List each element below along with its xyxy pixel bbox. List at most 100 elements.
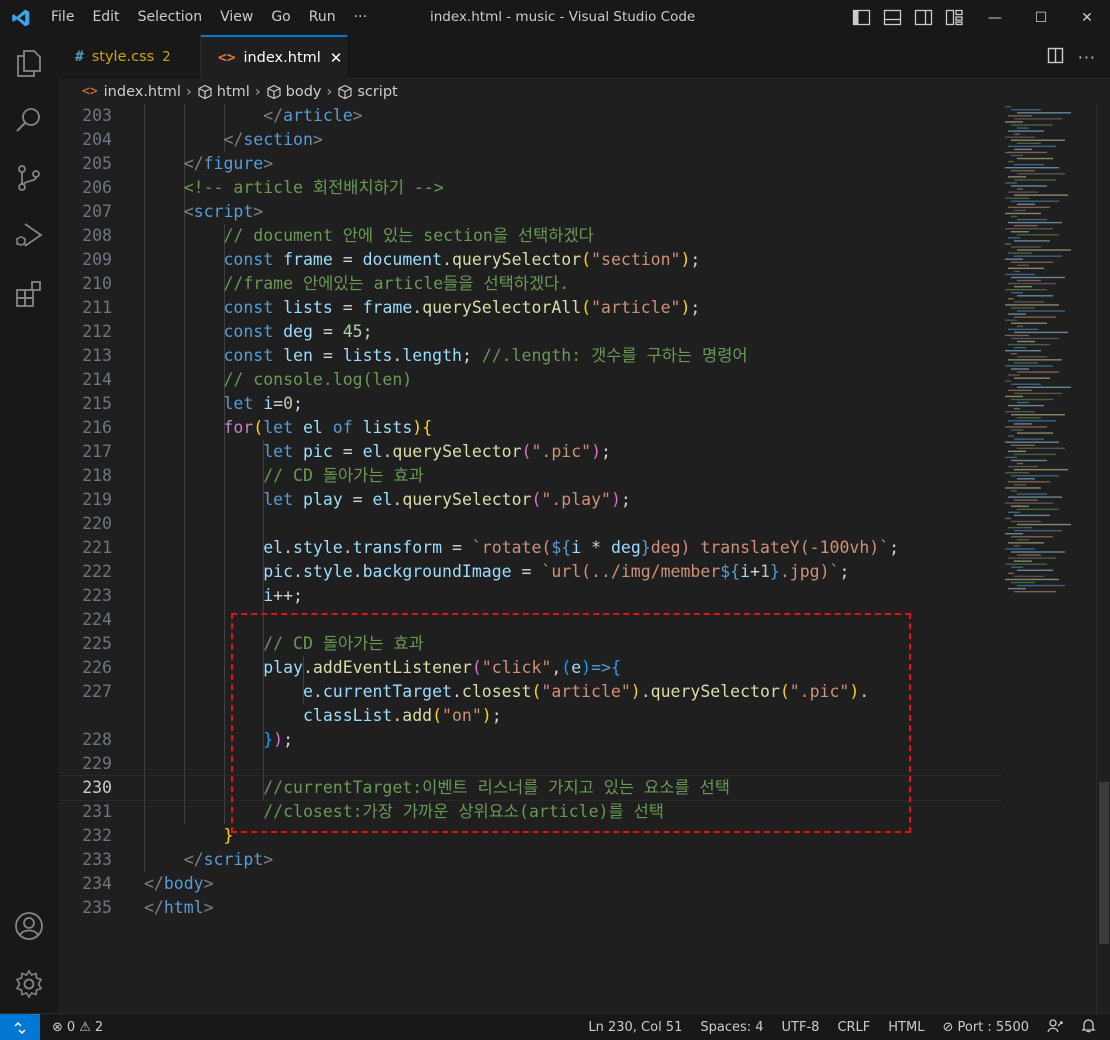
menu-run[interactable]: Run [300,0,345,35]
breadcrumb-item-body[interactable]: body [286,84,322,100]
code-editor[interactable]: 203 </article> 204 </section> 205 </figure… [58,104,1003,1013]
port-label: Port : 5500 [957,1020,1030,1035]
account-icon[interactable] [13,910,45,942]
minimap-line [1014,255,1062,257]
code-line[interactable]: 219 let play = el.querySelector(".play")… [58,488,1003,512]
code-line[interactable]: 235 </html> [58,896,1003,920]
code-line[interactable]: 218 // CD 돌아가는 효과 [58,464,1003,488]
code-line[interactable]: 211 const lists = frame.querySelectorAll… [58,296,1003,320]
scrollbar-thumb[interactable] [1099,782,1109,944]
code-line[interactable]: 203 </article> [58,104,1003,128]
manage-gear-icon[interactable] [13,968,45,1000]
run-debug-icon[interactable] [13,219,45,251]
minimap[interactable] [1003,104,1096,1013]
source-control-icon[interactable] [13,162,45,194]
toggle-secondary-sidebar-icon[interactable] [914,8,933,27]
layout-controls [852,8,964,27]
split-editor-icon[interactable] [1047,47,1064,68]
minimap-line [1008,115,1032,117]
maximize-button[interactable]: ☐ [1018,0,1064,35]
toggle-panel-icon[interactable] [883,8,902,27]
menu-selection[interactable]: Selection [129,0,212,35]
breadcrumb-item-file[interactable]: index.html [104,84,181,100]
minimap-line [1017,386,1071,388]
cursor-position[interactable]: Ln 230, Col 51 [588,1020,682,1035]
menu-go[interactable]: Go [262,0,299,35]
code-line[interactable]: 214 // console.log(len) [58,368,1003,392]
code-line[interactable]: 205 </figure> [58,152,1003,176]
code-line[interactable]: 222 pic.style.backgroundImage = `url(../… [58,560,1003,584]
extensions-icon[interactable] [13,278,45,310]
tab-style-css[interactable]: # style.css 2 [58,35,201,79]
code-line[interactable]: 206 <!-- article 회전배치하기 --> [58,176,1003,200]
code-line[interactable]: 213 const len = lists.length; //.length:… [58,344,1003,368]
vertical-scrollbar[interactable] [1096,104,1110,1013]
search-icon[interactable] [13,104,45,136]
minimap-line [1011,414,1065,416]
explorer-icon[interactable] [13,47,45,79]
minimap-line [1017,432,1053,434]
remote-icon[interactable] [0,1014,40,1040]
minimize-button[interactable]: — [972,0,1018,35]
minimap-line [1017,539,1029,541]
file-encoding[interactable]: UTF-8 [782,1020,820,1035]
menu-view[interactable]: View [211,0,262,35]
code-line[interactable]: 220 [58,512,1003,536]
code-line[interactable]: 204 </section> [58,128,1003,152]
end-of-line[interactable]: CRLF [837,1020,870,1035]
notifications-bell-icon[interactable] [1081,1018,1096,1037]
minimap-line [1017,356,1047,358]
close-window-button[interactable]: ✕ [1064,0,1110,35]
minimap-line [1017,218,1047,221]
minimap-line [1005,136,1035,138]
close-tab-icon[interactable]: ✕ [330,49,343,67]
minimap-line [1005,121,1023,123]
minimap-line [1014,118,1062,120]
minimap-line [1017,584,1065,587]
line-number: 212 [82,322,112,341]
code-line[interactable]: 212 const deg = 45; [58,320,1003,344]
code-line[interactable]: 223 i++; [58,584,1003,608]
code-line[interactable]: 208 // document 안에 있는 section을 선택하겠다 [58,224,1003,248]
live-server-port[interactable]: ⊘ Port : 5500 [942,1020,1029,1035]
line-code: i++; [263,586,303,605]
minimap-line [1005,106,1011,108]
indentation-setting[interactable]: Spaces: 4 [700,1020,763,1035]
code-line[interactable]: 216 for(let el of lists){ [58,416,1003,440]
minimap-line [1014,209,1026,212]
menu-more[interactable]: ··· [345,0,376,35]
editor-actions: ··· [1047,47,1096,68]
code-line[interactable]: 217 let pic = el.querySelector(".pic"); [58,440,1003,464]
accounts-feedback-icon[interactable] [1047,1018,1063,1038]
minimap-line [1011,276,1065,279]
customize-layout-icon[interactable] [945,8,964,27]
code-line[interactable]: 233 </script> [58,848,1003,872]
code-line[interactable]: 207 <script> [58,200,1003,224]
minimap-line [1005,472,1029,474]
breadcrumb-item-script[interactable]: script [357,84,397,100]
minimap-line [1008,542,1044,544]
code-line[interactable]: 215 let i=0; [58,392,1003,416]
minimap-line [1011,490,1017,492]
code-line[interactable]: 209 const frame = document.querySelector… [58,248,1003,272]
minimap-line [1008,435,1014,437]
line-number: 205 [82,154,112,173]
line-number: 210 [82,274,112,293]
minimap-line [1008,328,1038,331]
line-code: </script> [183,850,274,869]
breadcrumb-item-html[interactable]: html [217,84,250,100]
minimap-line [1005,502,1053,504]
code-line[interactable]: 210 //frame 안에있는 article들을 선택하겠다. [58,272,1003,296]
language-mode[interactable]: HTML [888,1020,924,1035]
toggle-primary-sidebar-icon[interactable] [852,8,871,27]
minimap-line [1008,389,1032,392]
more-actions-icon[interactable]: ··· [1078,48,1096,67]
code-line[interactable]: 234 </body> [58,872,1003,896]
problems-status[interactable]: ⊗ 0 ⚠ 2 [52,1014,103,1040]
minimap-line [1011,337,1059,340]
menu-file[interactable]: File [42,0,83,35]
minimap-line [1017,203,1035,205]
menu-edit[interactable]: Edit [83,0,128,35]
code-line[interactable]: 221 el.style.transform = `rotate(${i * d… [58,536,1003,560]
tab-index-html[interactable]: <> index.html ✕ [201,35,347,79]
